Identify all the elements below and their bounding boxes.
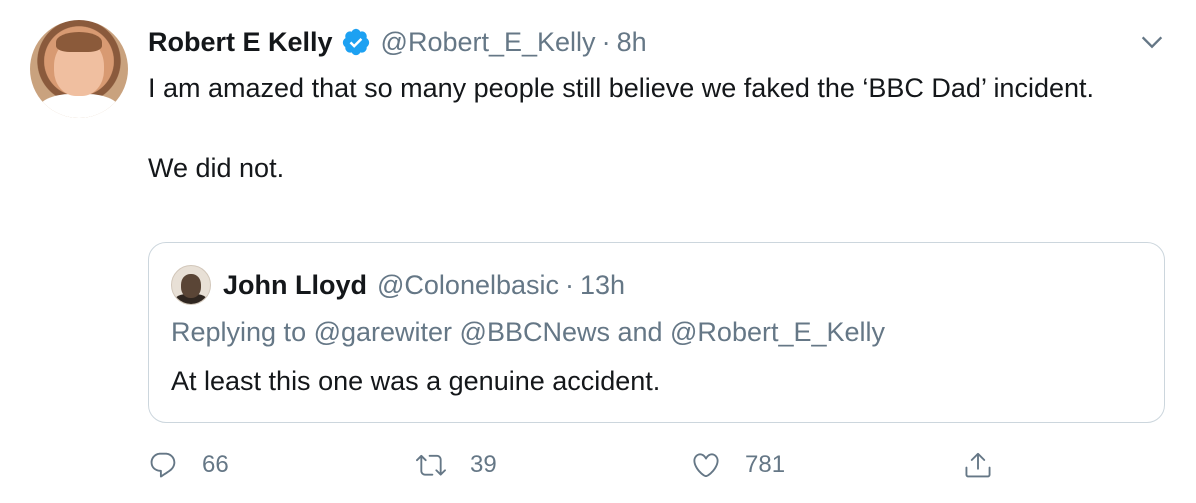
share-button[interactable] — [963, 445, 1017, 485]
author-handle[interactable]: @Robert_E_Kelly — [381, 27, 596, 58]
verified-badge-icon — [341, 27, 371, 57]
avatar-hair — [56, 32, 102, 52]
quoted-tweet-text: At least this one was a genuine accident… — [171, 366, 661, 396]
author-avatar[interactable] — [30, 20, 128, 118]
tweet-text: I am amazed that so many people still be… — [148, 68, 1148, 188]
like-button[interactable]: 781 — [691, 445, 785, 485]
separator: · — [565, 269, 574, 300]
retweet-icon — [416, 454, 446, 476]
quoted-author-avatar — [171, 265, 211, 305]
retweet-button[interactable]: 39 — [416, 445, 497, 485]
share-icon — [965, 452, 991, 478]
tweet-actions: 66 39 781 — [148, 445, 1178, 485]
tweet-header: Robert E Kelly @Robert_E_Kelly · 8h — [148, 22, 647, 62]
avatar-shirt — [38, 94, 120, 118]
quoted-tweet-header: John Lloyd @Colonelbasic · 13h — [171, 265, 625, 305]
tweet-text-line: I am amazed that so many people still be… — [148, 73, 1095, 103]
heart-icon — [693, 453, 719, 478]
quoted-tweet-timestamp: 13h — [580, 269, 626, 300]
tweet-text-line: We did not. — [148, 153, 285, 183]
quoted-tweet[interactable]: John Lloyd @Colonelbasic · 13h Replying … — [148, 242, 1165, 423]
quoted-author-handle: @Colonelbasic — [377, 269, 559, 300]
tweet-timestamp[interactable]: 8h — [617, 27, 647, 58]
replying-to: Replying to @garewiter @BBCNews and @Rob… — [171, 317, 886, 347]
reply-icon — [150, 452, 176, 478]
quoted-author-name: John Lloyd — [223, 269, 367, 300]
quoted-avatar-face — [181, 274, 201, 298]
author-name[interactable]: Robert E Kelly — [148, 27, 333, 58]
reply-count: 66 — [202, 451, 229, 478]
reply-button[interactable]: 66 — [148, 445, 229, 485]
separator: · — [601, 26, 611, 57]
retweet-count: 39 — [470, 451, 497, 478]
chevron-down-icon[interactable] — [1138, 28, 1166, 56]
like-count: 781 — [745, 451, 786, 478]
